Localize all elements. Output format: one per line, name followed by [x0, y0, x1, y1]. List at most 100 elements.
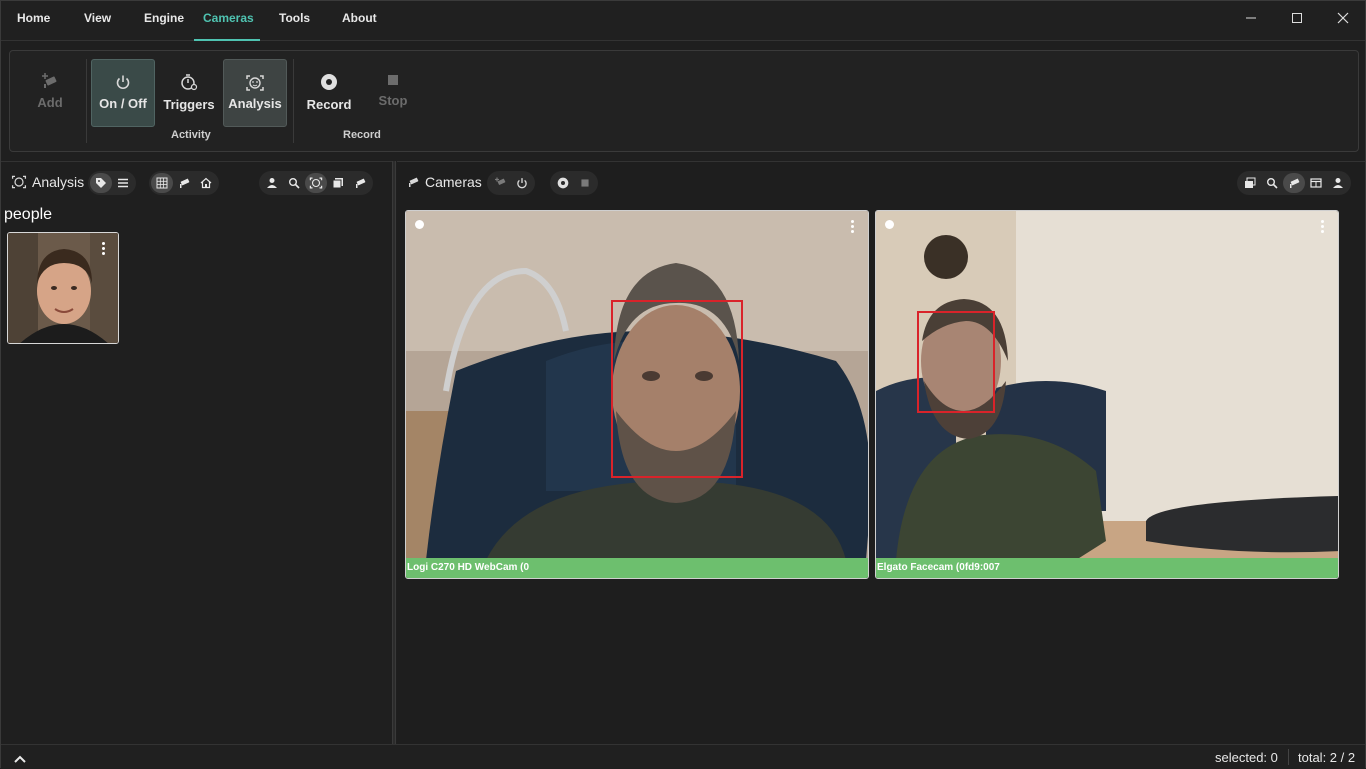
app-window: Home View Engine Cameras Tools About Add — [0, 0, 1366, 768]
camera-menu-button[interactable] — [851, 220, 855, 233]
add-camera-button[interactable]: Add — [18, 59, 82, 127]
menu-cameras[interactable]: Cameras — [197, 11, 260, 31]
camera-actions — [487, 171, 535, 195]
expand-panel-button[interactable] — [13, 751, 27, 769]
analysis-button[interactable]: Analysis — [223, 59, 287, 127]
face-analysis-icon — [309, 177, 323, 189]
status-bar: selected: 0 total: 2 / 2 — [1, 744, 1365, 768]
home-group-button[interactable] — [195, 173, 217, 193]
panel-splitter[interactable] — [392, 161, 396, 744]
face-analysis-icon — [11, 175, 27, 189]
add-label: Add — [37, 95, 63, 110]
camera-menu-button[interactable] — [1321, 220, 1325, 233]
camera-caption: Elgato Facecam (0fd9:007 — [876, 558, 1338, 578]
cameras-panel-title: Cameras — [406, 174, 482, 190]
list-view-button[interactable] — [112, 173, 134, 193]
menu-engine[interactable]: Engine — [138, 11, 190, 31]
power-small-button[interactable] — [511, 173, 533, 193]
camera-tile[interactable]: Logi C270 HD WebCam (0 — [405, 210, 869, 579]
camera-filter-button[interactable] — [349, 173, 371, 193]
stop-button[interactable]: Stop — [361, 59, 425, 127]
search-icon — [1267, 178, 1278, 189]
list-icon — [118, 178, 128, 188]
camera-group-button[interactable] — [173, 173, 195, 193]
home-icon — [200, 177, 212, 189]
record-actions — [550, 171, 598, 195]
maximize-icon — [1292, 13, 1302, 23]
person-filter-button[interactable] — [261, 173, 283, 193]
ribbon-separator — [86, 59, 87, 143]
power-icon — [116, 75, 130, 90]
view-mode-toggle — [88, 171, 136, 195]
record-label: Record — [306, 97, 352, 112]
add-camera-icon — [495, 177, 506, 185]
gallery-icon — [332, 178, 343, 189]
total-count: total: 2 / 2 — [1298, 750, 1356, 765]
grid-icon — [156, 177, 168, 189]
stop-small-button[interactable] — [574, 173, 596, 193]
menu-tools[interactable]: Tools — [273, 11, 316, 31]
add-camera-icon — [42, 73, 57, 88]
minimize-icon — [1246, 17, 1256, 19]
record-icon — [557, 177, 569, 189]
status-separator — [1288, 749, 1289, 765]
multi-view-button[interactable] — [1239, 173, 1261, 193]
menu-view[interactable]: View — [78, 11, 117, 31]
person-icon — [267, 178, 277, 188]
layout-view-button[interactable] — [1305, 173, 1327, 193]
gallery-icon — [1245, 177, 1256, 188]
camera-icon — [1290, 178, 1300, 188]
group-label-record: Record — [343, 129, 381, 141]
face-thumbnail[interactable] — [7, 232, 119, 344]
camera-tile[interactable]: Elgato Facecam (0fd9:007 — [875, 210, 1339, 579]
power-icon — [517, 178, 527, 189]
search-filter-button[interactable] — [283, 173, 305, 193]
status-dot — [885, 220, 894, 229]
camera-feed-image — [876, 211, 1338, 560]
camera-caption: Logi C270 HD WebCam (0 — [406, 558, 868, 578]
layout-icon — [1310, 178, 1322, 188]
analysis-panel-title-text: Analysis — [32, 174, 85, 190]
grid-group-button[interactable] — [151, 173, 173, 193]
menu-about[interactable]: About — [336, 11, 383, 31]
person-view-button[interactable] — [1327, 173, 1349, 193]
menu-bar: Home View Engine Cameras Tools About — [1, 1, 1365, 41]
menu-home[interactable]: Home — [11, 11, 56, 31]
cameras-panel-title-text: Cameras — [425, 174, 482, 190]
close-button[interactable] — [1328, 7, 1358, 29]
record-small-button[interactable] — [552, 173, 574, 193]
camera-icon — [180, 178, 190, 188]
search-icon — [289, 178, 300, 189]
status-dot — [415, 220, 424, 229]
camera-feed-image — [406, 211, 868, 560]
on-off-button[interactable]: On / Off — [91, 59, 155, 127]
analysis-panel-title: Analysis — [11, 174, 84, 190]
grouping-toggle — [149, 171, 219, 195]
analysis-label: Analysis — [228, 96, 282, 111]
tag-view-button[interactable] — [90, 173, 112, 193]
on-off-label: On / Off — [99, 96, 147, 111]
gallery-filter-button[interactable] — [327, 173, 349, 193]
record-button[interactable]: Record — [297, 59, 361, 127]
face-analysis-icon — [246, 75, 264, 91]
camera-icon — [409, 177, 419, 187]
camera-view-toolbar — [1237, 171, 1351, 195]
person-icon — [1333, 178, 1343, 188]
filter-toggle — [259, 171, 373, 195]
triggers-label: Triggers — [163, 97, 215, 112]
cameras-panel: Cameras Logi C270 HD WebCam (0 Elgato Fa… — [397, 161, 1365, 744]
ribbon-separator — [293, 59, 294, 143]
group-label-activity: Activity — [171, 129, 211, 141]
search-camera-button[interactable] — [1261, 173, 1283, 193]
triggers-button[interactable]: Triggers — [157, 59, 221, 127]
thumbnail-menu-button[interactable] — [102, 242, 106, 255]
active-tab-indicator — [194, 39, 260, 41]
maximize-button[interactable] — [1282, 7, 1312, 29]
minimize-button[interactable] — [1236, 7, 1266, 29]
stop-icon — [581, 179, 589, 187]
close-icon — [1337, 12, 1349, 24]
face-filter-button[interactable] — [305, 173, 327, 193]
camera-view-button[interactable] — [1283, 173, 1305, 193]
analysis-panel: Analysis people — [1, 161, 392, 744]
add-camera-small-button[interactable] — [489, 173, 511, 193]
